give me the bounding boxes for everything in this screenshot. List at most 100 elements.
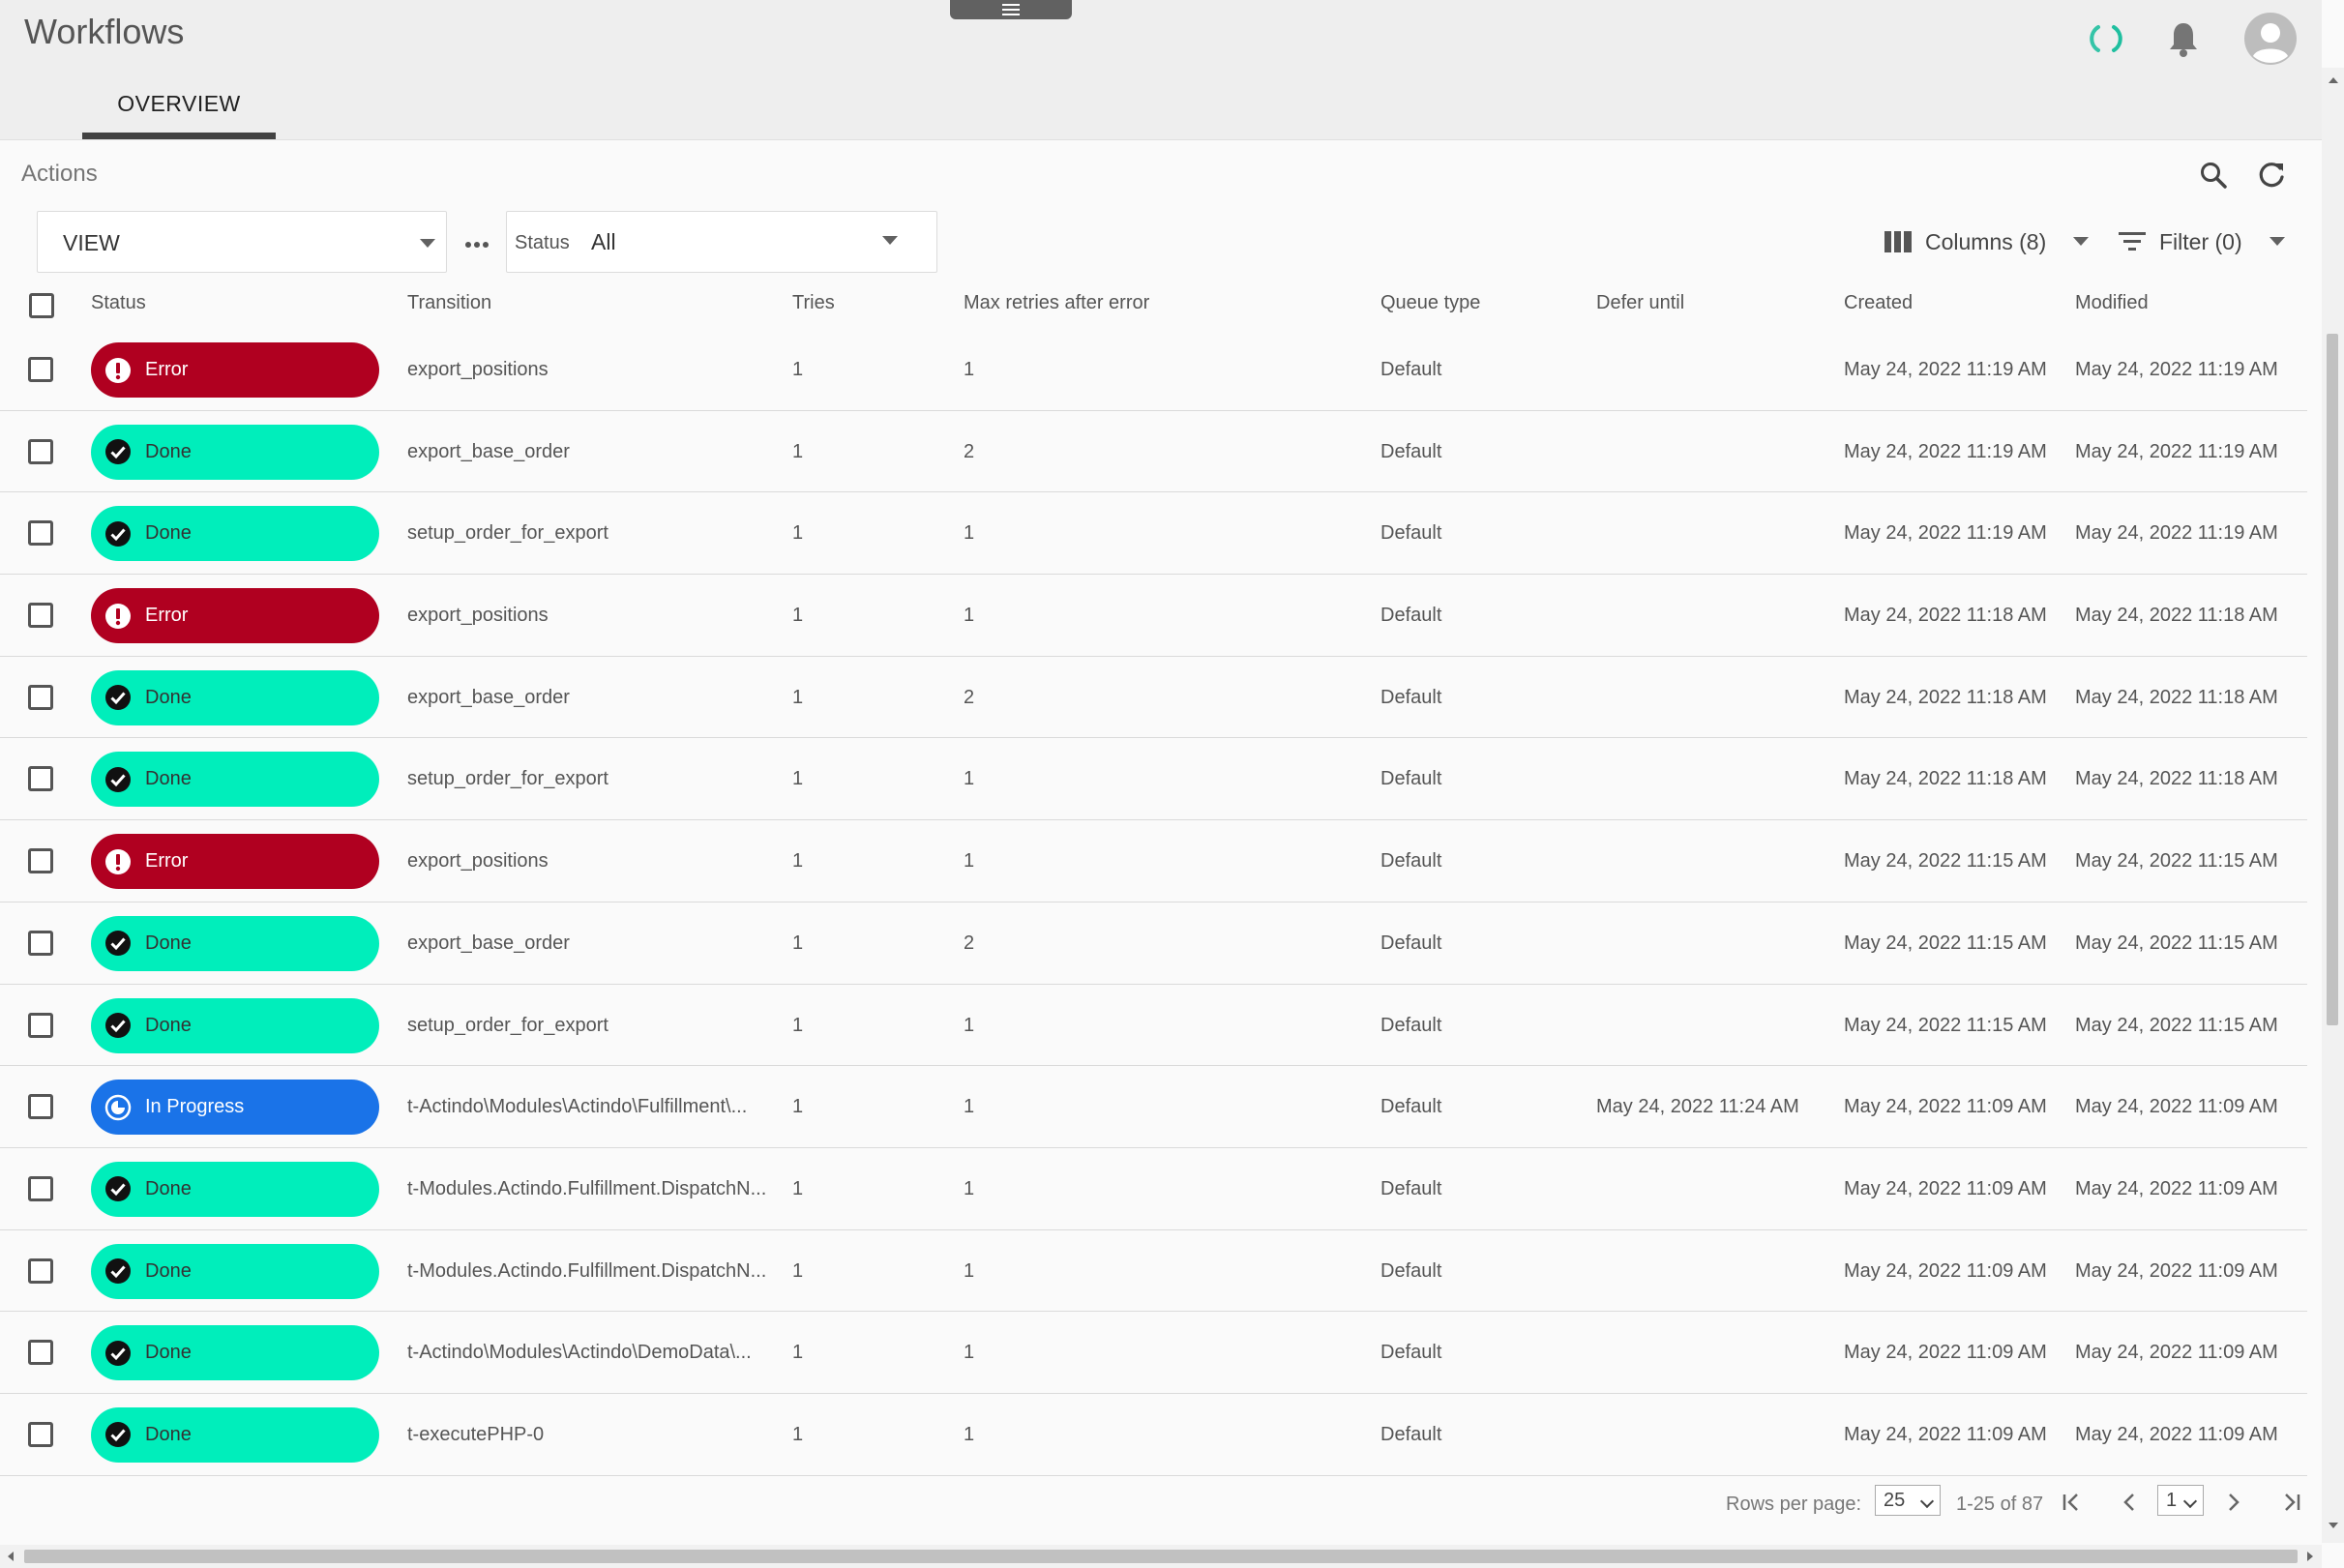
table-row[interactable]: Done setup_order_for_export 1 1 Default May 2… xyxy=(0,738,2307,821)
columns-button[interactable]: Columns (8) xyxy=(1884,224,2090,259)
cell-queue-type: Default xyxy=(1380,1423,1442,1445)
status-badge: Done xyxy=(91,1243,379,1299)
column-header-queue-type[interactable]: Queue type xyxy=(1380,292,1480,314)
status-badge-label: Done xyxy=(145,932,192,954)
cell-tries: 1 xyxy=(792,1423,804,1445)
cell-queue-type: Default xyxy=(1380,1342,1442,1364)
cell-max-retries: 1 xyxy=(964,1342,975,1364)
cell-created: May 24, 2022 11:19 AM xyxy=(1844,522,2047,545)
cell-tries: 1 xyxy=(792,522,804,545)
search-button[interactable] xyxy=(2196,158,2231,192)
filter-button[interactable]: Filter (0) xyxy=(2119,224,2285,259)
table-row[interactable]: Done setup_order_for_export 1 1 Default May 2… xyxy=(0,492,2307,576)
column-header-defer-until[interactable]: Defer until xyxy=(1596,292,1684,314)
table-row[interactable]: Error export_positions 1 1 Default May 24, 20… xyxy=(0,329,2307,411)
status-icon xyxy=(104,1421,132,1448)
row-checkbox[interactable] xyxy=(28,1175,53,1201)
cell-max-retries: 1 xyxy=(964,850,975,873)
user-avatar-button[interactable] xyxy=(2243,12,2298,66)
cell-queue-type: Default xyxy=(1380,605,1442,627)
section-title: Actions xyxy=(21,161,98,187)
status-badge-label: Done xyxy=(145,686,192,708)
status-badge: Done xyxy=(91,1406,379,1463)
cell-tries: 1 xyxy=(792,605,804,627)
more-horizontal-icon xyxy=(465,242,489,248)
row-checkbox[interactable] xyxy=(28,1094,53,1120)
rows-per-page-value: 25 xyxy=(1884,1489,1906,1511)
row-checkbox[interactable] xyxy=(28,684,53,710)
in-progress-icon xyxy=(104,1094,132,1120)
view-options-button[interactable] xyxy=(462,230,491,259)
cell-modified: May 24, 2022 11:09 AM xyxy=(2075,1177,2278,1199)
column-header-max-retries[interactable]: Max retries after error xyxy=(964,292,1149,314)
column-header-tries[interactable]: Tries xyxy=(792,292,835,314)
table-row[interactable]: In Progress t-Actindo\Modules\Actindo\Ful… xyxy=(0,1066,2307,1148)
column-header-modified[interactable]: Modified xyxy=(2075,292,2149,314)
scroll-left-icon[interactable] xyxy=(8,1552,14,1561)
cell-created: May 24, 2022 11:09 AM xyxy=(1844,1342,2047,1364)
column-header-transition[interactable]: Transition xyxy=(407,292,491,314)
cell-tries: 1 xyxy=(792,686,804,708)
cell-queue-type: Default xyxy=(1380,1259,1442,1282)
row-checkbox[interactable] xyxy=(28,1421,53,1447)
cell-created: May 24, 2022 11:15 AM xyxy=(1844,1014,2047,1036)
vertical-scroll-thumb[interactable] xyxy=(2327,334,2338,1025)
cell-transition: t-Actindo\Modules\Actindo\DemoData\... xyxy=(407,1342,752,1364)
horizontal-scrollbar[interactable] xyxy=(0,1545,2322,1568)
row-checkbox[interactable] xyxy=(28,1257,53,1284)
next-page-button[interactable] xyxy=(2219,1488,2248,1517)
row-checkbox[interactable] xyxy=(28,1340,53,1366)
row-checkbox[interactable] xyxy=(28,357,53,382)
status-badge-label: Error xyxy=(145,850,189,873)
drawer-handle[interactable] xyxy=(950,0,1072,19)
table-row[interactable]: Done t-Modules.Actindo.Fulfillment.Dispat… xyxy=(0,1148,2307,1230)
page-select[interactable]: 1 xyxy=(2157,1485,2204,1516)
cell-defer-until: May 24, 2022 11:24 AM xyxy=(1596,1096,1799,1118)
row-checkbox[interactable] xyxy=(28,766,53,792)
scroll-down-icon[interactable] xyxy=(2329,1523,2338,1528)
table-row[interactable]: Error export_positions 1 1 Default May 24, 20… xyxy=(0,575,2307,657)
status-badge: Done xyxy=(91,997,379,1053)
cell-tries: 1 xyxy=(792,440,804,462)
horizontal-scroll-thumb[interactable] xyxy=(24,1550,2298,1563)
check-circle-icon xyxy=(105,439,131,465)
row-checkbox[interactable] xyxy=(28,848,53,874)
chevron-right-icon xyxy=(2229,1494,2240,1511)
row-checkbox[interactable] xyxy=(28,520,53,547)
reload-button[interactable] xyxy=(2254,158,2289,192)
scroll-up-icon[interactable] xyxy=(2329,77,2338,83)
app-title: Workflows xyxy=(24,12,185,51)
cell-modified: May 24, 2022 11:09 AM xyxy=(2075,1342,2278,1364)
column-header-created[interactable]: Created xyxy=(1844,292,1913,314)
rows-per-page-select[interactable]: 25 xyxy=(1875,1485,1941,1516)
table-row[interactable]: Done t-Actindo\Modules\Actindo\DemoData\.… xyxy=(0,1312,2307,1394)
chevron-down-icon xyxy=(2073,237,2090,247)
table-row[interactable]: Done setup_order_for_export 1 1 Default May 2… xyxy=(0,985,2307,1067)
column-header-status[interactable]: Status xyxy=(91,292,146,314)
previous-page-button[interactable] xyxy=(2115,1488,2144,1517)
cell-modified: May 24, 2022 11:09 AM xyxy=(2075,1259,2278,1282)
status-filter-select[interactable]: Status All xyxy=(506,211,937,273)
pagination-range: 1-25 of 87 xyxy=(1956,1494,2044,1515)
cell-modified: May 24, 2022 11:09 AM xyxy=(2075,1096,2278,1118)
first-page-button[interactable] xyxy=(2057,1488,2086,1517)
row-checkbox[interactable] xyxy=(28,1012,53,1038)
vertical-scrollbar[interactable] xyxy=(2322,68,2344,1543)
row-checkbox[interactable] xyxy=(28,438,53,464)
page-select-value: 1 xyxy=(2166,1489,2178,1511)
table-row[interactable]: Done export_base_order 1 2 Default May 24, 20… xyxy=(0,902,2307,985)
row-checkbox[interactable] xyxy=(28,930,53,956)
cell-queue-type: Default xyxy=(1380,932,1442,954)
scroll-right-icon[interactable] xyxy=(2307,1552,2313,1561)
table-row[interactable]: Done export_base_order 1 2 Default May 24, 20… xyxy=(0,411,2307,493)
select-all-checkbox[interactable] xyxy=(29,293,54,318)
table-row[interactable]: Done t-executePHP-0 1 1 Default May 24, 2022 … xyxy=(0,1394,2307,1476)
table-row[interactable]: Done export_base_order 1 2 Default May 24, 20… xyxy=(0,657,2307,739)
sync-spinner-button[interactable] xyxy=(2089,19,2123,58)
table-row[interactable]: Error export_positions 1 1 Default May 24, 20… xyxy=(0,820,2307,902)
last-page-button[interactable] xyxy=(2277,1488,2306,1517)
view-select[interactable]: VIEW xyxy=(37,211,447,273)
row-checkbox[interactable] xyxy=(28,603,53,629)
table-row[interactable]: Done t-Modules.Actindo.Fulfillment.Dispat… xyxy=(0,1230,2307,1313)
notifications-button[interactable] xyxy=(2167,19,2200,58)
